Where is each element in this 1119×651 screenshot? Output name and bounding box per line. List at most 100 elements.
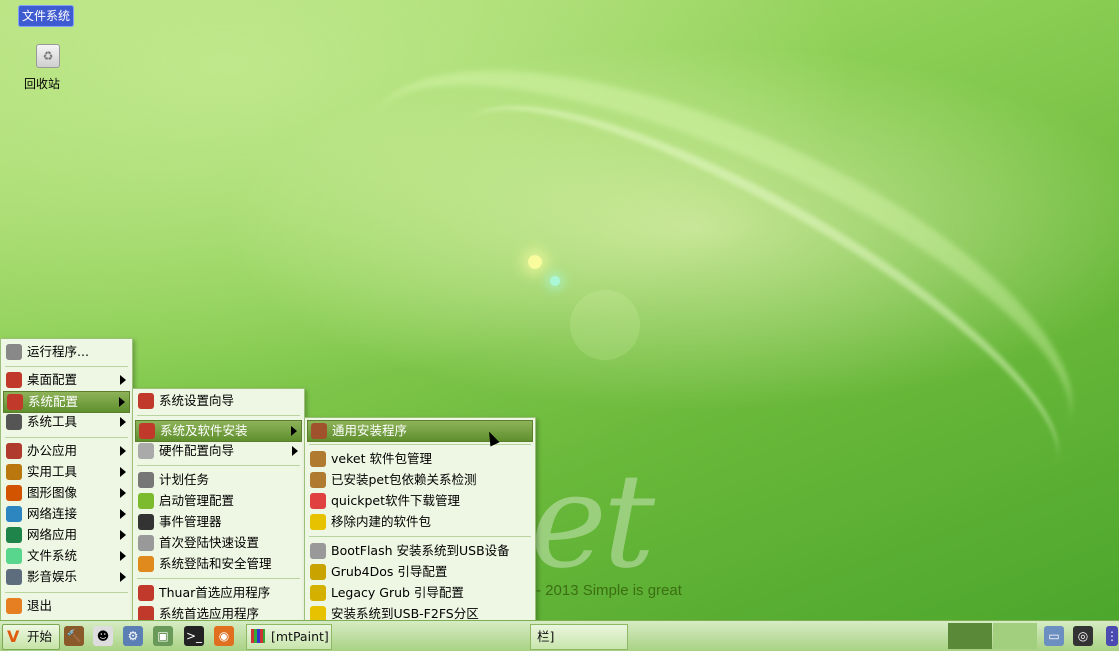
trash-icon[interactable]: ♻ — [36, 44, 60, 68]
submenu-arrow-icon — [119, 397, 125, 407]
submenu-arrow-icon — [120, 446, 126, 456]
install-item[interactable]: Legacy Grub 引导配置 — [307, 583, 533, 603]
install-item-label: 通用安装程序 — [332, 423, 408, 438]
filesystem-drive-icon[interactable]: 文件系统 — [18, 5, 75, 27]
start-logo-icon: V — [7, 627, 20, 646]
start-menu-item[interactable]: 系统配置 — [3, 391, 130, 413]
task-mtpaint[interactable]: [mtPaint] — [246, 624, 332, 650]
system-config-item-label: 系统设置向导 — [159, 393, 235, 408]
start-menu-item[interactable]: 网络连接 — [3, 504, 130, 524]
start-menu-item[interactable]: 办公应用 — [3, 441, 130, 461]
system-config-item-label: 硬件配置向导 — [159, 443, 235, 458]
system-config-item[interactable]: 首次登陆快速设置 — [135, 533, 302, 553]
system-config-item[interactable]: 系统登陆和安全管理 — [135, 554, 302, 574]
exit-icon — [6, 598, 22, 614]
start-menu-item[interactable]: 网络应用 — [3, 525, 130, 545]
filesystem-icon — [6, 548, 22, 564]
install-item-label: 安装系统到USB-F2FS分区 — [331, 606, 479, 621]
grub4dos-icon — [310, 564, 326, 580]
system-config-item[interactable]: Thuar首选应用程序 — [135, 583, 302, 603]
wallpaper-flare — [550, 276, 560, 286]
submenu-arrow-icon — [120, 417, 126, 427]
submenu-arrow-icon — [120, 572, 126, 582]
utilities-icon — [6, 464, 22, 480]
start-button[interactable]: V 开始 — [2, 624, 60, 650]
submenu-arrow-icon — [291, 426, 297, 436]
install-item-label: Legacy Grub 引导配置 — [331, 585, 464, 600]
system-config-item[interactable]: 计划任务 — [135, 470, 302, 490]
system-config-item-label: Thuar首选应用程序 — [159, 585, 271, 600]
install-item[interactable]: veket 软件包管理 — [307, 449, 533, 469]
install-item[interactable]: Grub4Dos 引导配置 — [307, 562, 533, 582]
submenu-arrow-icon — [292, 446, 298, 456]
start-menu-item[interactable]: 文件系统 — [3, 546, 130, 566]
start-menu-item[interactable]: 运行程序... — [3, 342, 130, 362]
hammer-icon[interactable]: 🔨 — [64, 626, 84, 646]
start-menu-item[interactable]: 实用工具 — [3, 462, 130, 482]
network-connect-icon — [6, 506, 22, 522]
start-menu-item-label: 桌面配置 — [27, 372, 78, 387]
start-menu-item[interactable]: 桌面配置 — [3, 370, 130, 390]
schedule-icon — [138, 472, 154, 488]
preferred-apps-icon — [138, 585, 154, 601]
settings-tools-icon[interactable]: ⚙ — [123, 626, 143, 646]
install-item-label: 已安装pet包依赖关系检测 — [331, 472, 477, 487]
start-menu-item[interactable]: 图形图像 — [3, 483, 130, 503]
wizard-icon — [138, 393, 154, 409]
install-item[interactable]: 移除内建的软件包 — [307, 512, 533, 532]
install-item-label: veket 软件包管理 — [331, 451, 432, 466]
first-login-icon — [138, 535, 154, 551]
camera-tray-icon[interactable]: ◎ — [1073, 626, 1093, 646]
system-config-item[interactable]: 启动管理配置 — [135, 491, 302, 511]
legacy-grub-icon — [310, 585, 326, 601]
startup-icon — [138, 493, 154, 509]
start-menu-item-label: 文件系统 — [27, 548, 78, 563]
submenu-arrow-icon — [120, 530, 126, 540]
start-menu-item[interactable]: 系统工具 — [3, 412, 130, 432]
menu-separator — [309, 444, 531, 445]
start-menu-item-label: 影音娱乐 — [27, 569, 78, 584]
panda-icon[interactable]: ☻ — [93, 626, 113, 646]
bootflash-icon — [310, 543, 326, 559]
start-menu-item-label: 系统配置 — [28, 394, 79, 409]
start-menu-item[interactable]: 影音娱乐 — [3, 567, 130, 587]
workspace-1[interactable] — [948, 623, 992, 649]
system-config-item-label: 系统及软件安装 — [160, 423, 248, 438]
install-item[interactable]: 已安装pet包依赖关系检测 — [307, 470, 533, 490]
graphics-icon — [6, 485, 22, 501]
system-config-item[interactable]: 系统设置向导 — [135, 391, 302, 411]
remove-package-icon — [310, 514, 326, 530]
menu-separator — [5, 366, 128, 367]
system-config-item[interactable]: 系统及软件安装 — [135, 420, 302, 442]
menu-separator — [137, 465, 300, 466]
system-config-item-label: 系统首选应用程序 — [159, 606, 260, 621]
menu-separator — [5, 437, 128, 438]
install-item[interactable]: quickpet软件下载管理 — [307, 491, 533, 511]
image-viewer-icon[interactable]: ▣ — [153, 626, 173, 646]
start-menu-item-label: 退出 — [27, 598, 53, 613]
workspace-2[interactable] — [993, 623, 1037, 649]
task-window[interactable]: 栏] — [530, 624, 628, 650]
submenu-arrow-icon — [120, 488, 126, 498]
install-item-label: BootFlash 安装系统到USB设备 — [331, 543, 510, 558]
install-item[interactable]: BootFlash 安装系统到USB设备 — [307, 541, 533, 561]
menu-separator — [137, 415, 300, 416]
install-item-label: quickpet软件下载管理 — [331, 493, 460, 508]
firefox-icon[interactable]: ◉ — [214, 626, 234, 646]
start-menu-item-label: 网络连接 — [27, 506, 78, 521]
system-config-item[interactable]: 硬件配置向导 — [135, 441, 302, 461]
system-config-icon — [7, 394, 23, 410]
system-config-item[interactable]: 事件管理器 — [135, 512, 302, 532]
start-menu-item-label: 图形图像 — [27, 485, 78, 500]
install-item-label: 移除内建的软件包 — [331, 514, 432, 529]
start-menu-item[interactable]: 退出 — [3, 596, 130, 616]
install-item[interactable]: 通用安装程序 — [307, 420, 533, 442]
keyboard-tray-icon[interactable]: ⋮ — [1106, 626, 1118, 646]
network-tray-icon[interactable]: ▭ — [1044, 626, 1064, 646]
desktop-config-icon — [6, 372, 22, 388]
taskbar: V 开始 🔨 ☻ ⚙ ▣ >_ ◉ [mtPaint] 栏] ▭ ◎ ⋮ — [0, 620, 1119, 651]
multimedia-icon — [6, 569, 22, 585]
terminal-icon[interactable]: >_ — [184, 626, 204, 646]
trash-label[interactable]: 回收站 — [24, 75, 60, 92]
submenu-arrow-icon — [120, 509, 126, 519]
